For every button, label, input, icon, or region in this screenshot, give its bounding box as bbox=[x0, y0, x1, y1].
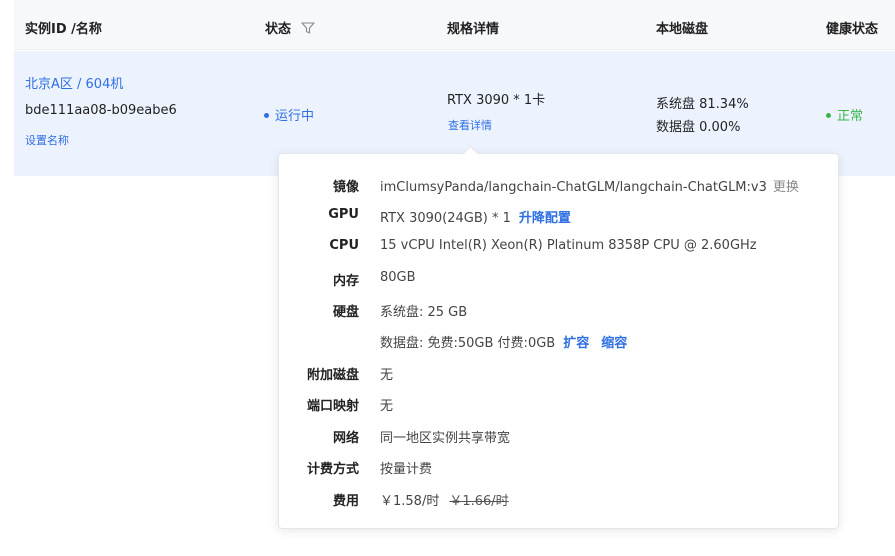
gpu-value: RTX 3090(24GB) * 1 bbox=[380, 211, 511, 226]
expand-disk-link[interactable]: 扩容 bbox=[563, 336, 589, 351]
port-mapping-row: 端口映射 无 bbox=[279, 395, 840, 415]
port-mapping-label: 端口映射 bbox=[306, 399, 359, 414]
status-badge: 运行中 bbox=[264, 105, 314, 124]
status-dot bbox=[264, 113, 269, 118]
memory-row: 内存 80GB bbox=[279, 270, 840, 290]
memory-value: 80GB bbox=[380, 270, 416, 285]
network-value: 同一地区实例共享带宽 bbox=[380, 431, 511, 446]
extra-disk-value: 无 bbox=[380, 368, 394, 383]
details-popover: 镜像 imClumsyPanda/langchain-ChatGLM/langc… bbox=[278, 145, 840, 529]
billing-label: 计费方式 bbox=[306, 462, 359, 477]
gpu-row: GPU RTX 3090(24GB) * 1 升降配置 bbox=[279, 207, 840, 227]
data-disk-usage: 数据盘 0.00% bbox=[656, 120, 741, 135]
fee-row: 费用 ￥1.58/时 ￥1.66/时 bbox=[279, 490, 840, 510]
extra-disk-row: 附加磁盘 无 bbox=[279, 364, 840, 384]
header-disk: 本地磁盘 bbox=[656, 22, 709, 37]
region-machine-link[interactable]: 北京A区 / 604机 bbox=[25, 73, 123, 92]
filter-icon[interactable] bbox=[300, 22, 315, 34]
network-label: 网络 bbox=[332, 431, 359, 446]
image-value: imClumsyPanda/langchain-ChatGLM/langchai… bbox=[380, 180, 767, 195]
network-row: 网络 同一地区实例共享带宽 bbox=[279, 427, 840, 447]
extra-disk-label: 附加磁盘 bbox=[306, 368, 359, 383]
system-disk-usage: 系统盘 81.34% bbox=[656, 97, 749, 112]
port-mapping-value: 无 bbox=[380, 399, 394, 414]
cpu-value: 15 vCPU Intel(R) Xeon(R) Platinum 8358P … bbox=[380, 238, 757, 253]
upgrade-config-link[interactable]: 升降配置 bbox=[519, 211, 571, 226]
table-header: 实例ID /名称 状态 规格详情 本地磁盘 健康状态 bbox=[14, 0, 895, 50]
fee-original-price: ￥1.66/时 bbox=[449, 494, 509, 509]
instance-id: bde111aa08-b09eabe6 bbox=[25, 103, 177, 118]
view-details-link[interactable]: 查看详情 bbox=[448, 117, 492, 133]
system-disk-size: 系统盘: 25 GB bbox=[380, 305, 468, 320]
header-spec: 规格详情 bbox=[447, 22, 500, 37]
header-status: 状态 bbox=[265, 18, 315, 37]
spec-text: RTX 3090 * 1卡 bbox=[447, 93, 546, 108]
disk-row: 硬盘 系统盘: 25 GB bbox=[279, 301, 840, 321]
data-disk-size: 数据盘: 免费:50GB 付费:0GB bbox=[380, 336, 556, 351]
cpu-row: CPU 15 vCPU Intel(R) Xeon(R) Platinum 83… bbox=[279, 238, 840, 258]
status-text: 运行中 bbox=[275, 109, 315, 124]
set-name-link[interactable]: 设置名称 bbox=[25, 132, 69, 148]
cpu-label: CPU bbox=[329, 238, 359, 253]
disk-label: 硬盘 bbox=[332, 305, 359, 320]
health-badge: 正常 bbox=[826, 105, 863, 124]
header-status-label: 状态 bbox=[265, 22, 292, 37]
fee-price: ￥1.58/时 bbox=[380, 494, 440, 509]
image-row: 镜像 imClumsyPanda/langchain-ChatGLM/langc… bbox=[279, 176, 840, 196]
health-text: 正常 bbox=[837, 109, 864, 124]
header-health: 健康状态 bbox=[826, 22, 879, 37]
fee-label: 费用 bbox=[332, 494, 359, 509]
gpu-label: GPU bbox=[328, 207, 359, 222]
health-dot bbox=[826, 113, 831, 118]
billing-value: 按量计费 bbox=[380, 462, 433, 477]
image-label: 镜像 bbox=[332, 180, 359, 195]
billing-row: 计费方式 按量计费 bbox=[279, 458, 840, 478]
data-disk-row: 数据盘: 免费:50GB 付费:0GB 扩容 缩容 bbox=[279, 332, 840, 352]
change-image-link[interactable]: 更换 bbox=[773, 180, 799, 195]
shrink-disk-link[interactable]: 缩容 bbox=[601, 336, 627, 351]
header-instance: 实例ID /名称 bbox=[25, 22, 102, 37]
memory-label: 内存 bbox=[332, 274, 359, 289]
